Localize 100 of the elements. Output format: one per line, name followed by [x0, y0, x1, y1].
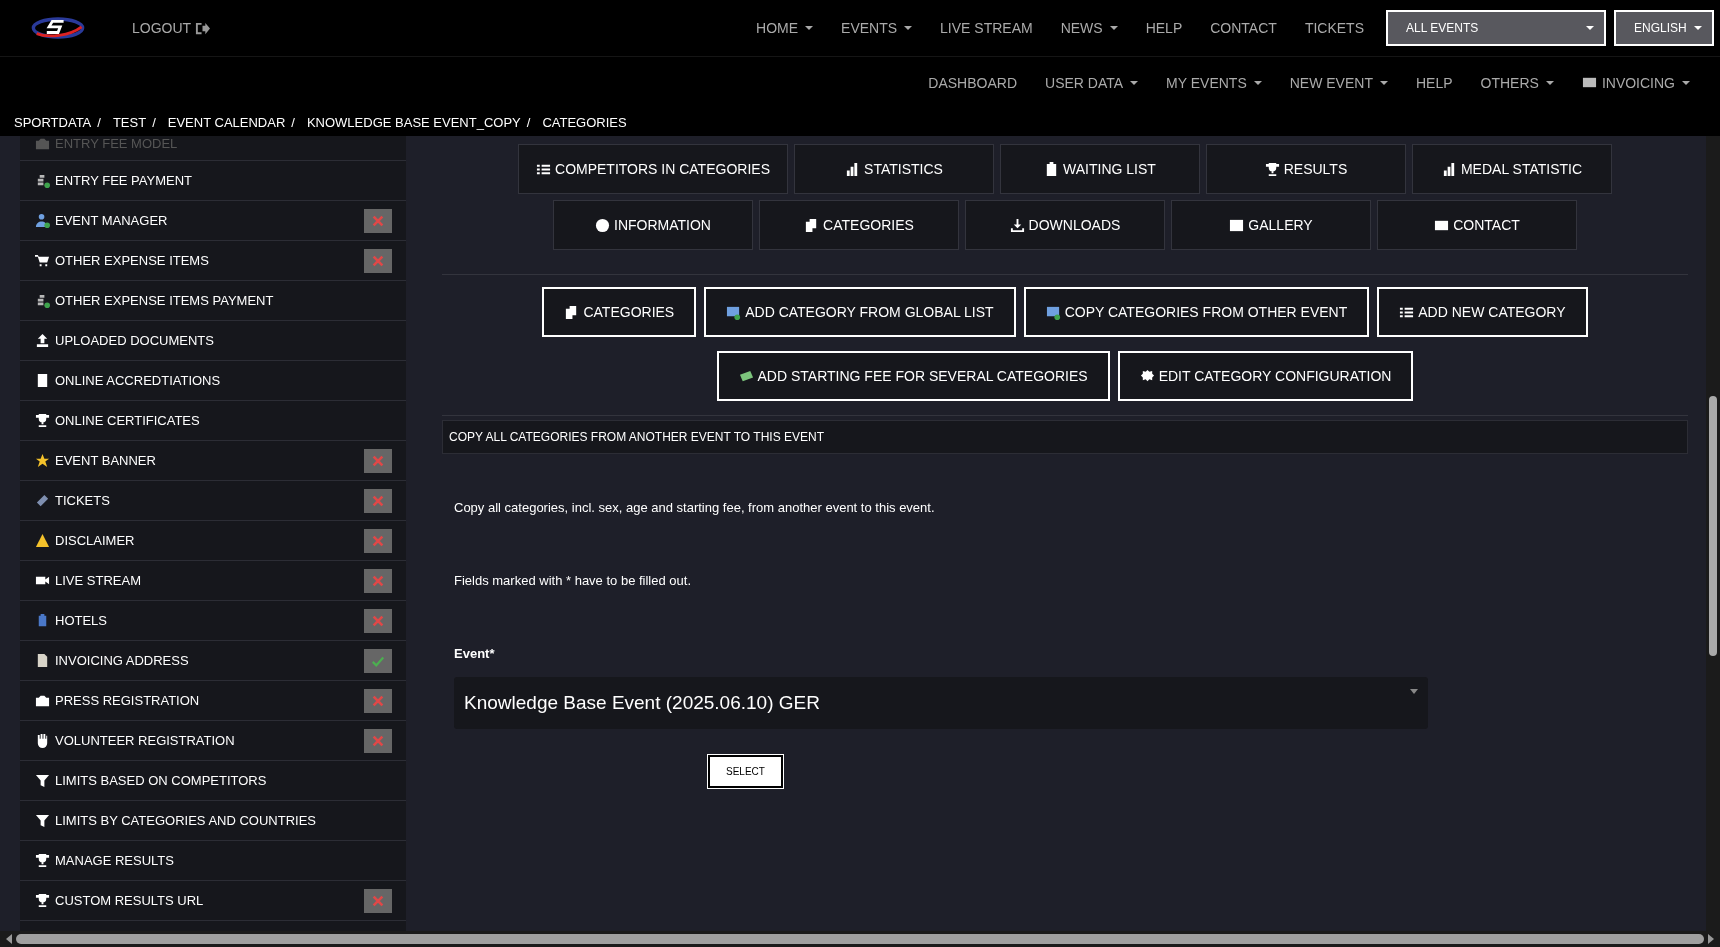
event-nav-button[interactable]: STATISTICS [794, 144, 994, 194]
ticket-icon [35, 493, 50, 508]
nav-link[interactable]: CONTACT [1210, 20, 1277, 36]
list-add-icon [726, 304, 742, 320]
category-action-button[interactable]: COPY CATEGORIES FROM OTHER EVENT [1023, 287, 1370, 337]
sidebar-item[interactable]: MANAGE RESULTS [20, 841, 406, 881]
trophy-icon [35, 853, 50, 868]
breadcrumb-link[interactable]: TEST [112, 114, 147, 130]
category-action-button[interactable]: ADD STARTING FEE FOR SEVERAL CATEGORIES [716, 351, 1110, 401]
event-nav-button[interactable]: WAITING LIST [1000, 144, 1200, 194]
sidebar-item[interactable]: HOTELS [20, 601, 406, 641]
coins-icon [35, 293, 50, 308]
breadcrumb-link[interactable]: EVENT CALENDAR [167, 114, 286, 130]
vertical-scrollbar[interactable] [1706, 136, 1720, 931]
event-nav-button[interactable]: GALLERY [1171, 200, 1371, 250]
sidebar-item[interactable]: TICKETS [20, 481, 406, 521]
warning-icon [35, 533, 50, 548]
sidebar-label: ONLINE CERTIFICATES [55, 413, 201, 428]
sidebar-item[interactable]: ONLINE CERTIFICATES [20, 401, 406, 441]
breadcrumb-link[interactable]: SPORTDATA [14, 114, 92, 130]
camera-icon [35, 136, 50, 151]
event-nav-button[interactable]: CATEGORIES [759, 200, 959, 250]
nav-link[interactable]: INVOICING [1581, 74, 1690, 91]
sidebar-label: EVENT MANAGER [55, 213, 169, 228]
sidebar-item[interactable]: OTHER EXPENSE ITEMS PAYMENT [20, 281, 406, 321]
camera-icon [35, 693, 50, 708]
nav-link[interactable]: HOME [756, 20, 814, 36]
sidebar-item[interactable]: PRESS REGISTRATION [20, 681, 406, 721]
select-button[interactable]: SELECT [708, 755, 783, 788]
category-action-button[interactable]: ADD CATEGORY FROM GLOBAL LIST [704, 287, 1016, 337]
brand-logo[interactable] [30, 14, 86, 42]
sidebar-label: TICKETS [55, 493, 111, 508]
sidebar-item[interactable]: LIVE STREAM [20, 561, 406, 601]
event-nav-button[interactable]: DOWNLOADS [965, 200, 1165, 250]
breadcrumb-link[interactable]: KNOWLEDGE BASE EVENT_COPY [306, 114, 521, 130]
trophy-icon [35, 413, 50, 428]
breadcrumb-link[interactable]: CATEGORIES [542, 114, 627, 130]
nav-link[interactable]: HELP [1145, 20, 1183, 36]
sidebar-item[interactable]: CUSTOM RESULTS URL [20, 881, 406, 921]
nav-link[interactable]: OTHERS [1480, 74, 1554, 91]
sidebar-item[interactable]: UPLOADED DOCUMENTS [20, 321, 406, 361]
hand-icon [35, 733, 50, 748]
sidebar-label: LIVE STREAM [55, 573, 142, 588]
sidebar-label: EVENT BANNER [55, 453, 157, 468]
category-action-button[interactable]: CATEGORIES [542, 287, 697, 337]
upload-icon [35, 333, 50, 348]
breadcrumb-separator: / [152, 114, 156, 130]
sidebar-item[interactable]: LIMITS BASED ON COMPETITORS [20, 761, 406, 801]
sidebar-item[interactable]: VOLUNTEER REGISTRATION [20, 721, 406, 761]
nav-link[interactable]: LIVE STREAM [940, 20, 1033, 36]
required-note: Fields marked with * have to be filled out. [453, 573, 692, 588]
sidebar-item[interactable]: EVENT MANAGER [20, 201, 406, 241]
sidebar-label: OTHER EXPENSE ITEMS [55, 253, 210, 268]
event-nav-button[interactable]: MEDAL STATISTIC [1412, 144, 1612, 194]
filter-icon [35, 813, 50, 828]
sidebar-item[interactable]: EVENT BANNER [20, 441, 406, 481]
invoice-icon [35, 653, 50, 668]
event-nav-button[interactable]: CONTACT [1377, 200, 1577, 250]
sidebar-item[interactable]: INVOICING ADDRESS [20, 641, 406, 681]
list-add-icon [1045, 304, 1061, 320]
nav-link[interactable]: DASHBOARD [928, 74, 1017, 91]
filter-icon [35, 773, 50, 788]
sidebar-label: VOLUNTEER REGISTRATION [55, 733, 236, 748]
horizontal-scrollbar[interactable] [0, 931, 1720, 947]
sidebar-item[interactable]: OTHER EXPENSE ITEMS [20, 241, 406, 281]
nav-link[interactable]: TICKETS [1304, 20, 1364, 36]
nav-link[interactable]: NEWS [1060, 20, 1118, 36]
panel-title: COPY ALL CATEGORIES FROM ANOTHER EVENT TO THIS EVENT [442, 420, 1688, 454]
sidebar-label: LIMITS BY CATEGORIES AND COUNTRIES [55, 813, 317, 828]
event-nav-button[interactable]: RESULTS [1206, 144, 1406, 194]
sidebar-item[interactable]: DISCLAIMER [20, 521, 406, 561]
sidebar-label: MANAGE RESULTS [55, 853, 175, 868]
sidebar-item[interactable]: ENTRY FEE PAYMENT [20, 161, 406, 201]
settings-icon [1139, 368, 1155, 384]
logout-link[interactable]: LOGOUT [132, 20, 211, 36]
field-label: Event* [453, 646, 496, 661]
event-select-field[interactable]: Knowledge Base Event (2025.06.10) GER [454, 677, 1428, 729]
sidebar-item[interactable]: ONLINE ACCREDTIATIONS [20, 361, 406, 401]
event-nav-button[interactable]: INFORMATION [553, 200, 753, 250]
nav-link[interactable]: HELP [1415, 74, 1453, 91]
nav-link[interactable]: USER DATA [1045, 74, 1139, 91]
event-nav-button[interactable]: COMPETITORS IN CATEGORIES [518, 144, 788, 194]
star-icon [35, 453, 50, 468]
language-select[interactable]: ENGLISH [1614, 10, 1714, 46]
category-action-button[interactable]: ADD NEW CATEGORY [1377, 287, 1588, 337]
sidebar-label: ENTRY FEE MODEL [55, 136, 179, 151]
nav-link[interactable]: NEW EVENT [1289, 74, 1388, 91]
sidebar-label: ONLINE ACCREDTIATIONS [55, 373, 222, 388]
description-text: Copy all categories, incl. sex, age and starting fee, from another event to this event. [453, 500, 936, 515]
sidebar-label: LIMITS BASED ON COMPETITORS [55, 773, 268, 788]
sidebar-label: HOTELS [55, 613, 108, 628]
category-action-button[interactable]: EDIT CATEGORY CONFIGURATION [1117, 351, 1414, 401]
sidebar-item[interactable]: LIMITS BY CATEGORIES AND COUNTRIES [20, 801, 406, 841]
event-select[interactable]: ALL EVENTS [1386, 10, 1606, 46]
sidebar-label: CUSTOM RESULTS URL [55, 893, 205, 908]
breadcrumb-separator: / [291, 114, 295, 130]
nav-link[interactable]: EVENTS [841, 20, 913, 36]
cart-icon [35, 253, 50, 268]
nav-link[interactable]: MY EVENTS [1166, 74, 1262, 91]
bar-chart-icon [1441, 161, 1457, 177]
